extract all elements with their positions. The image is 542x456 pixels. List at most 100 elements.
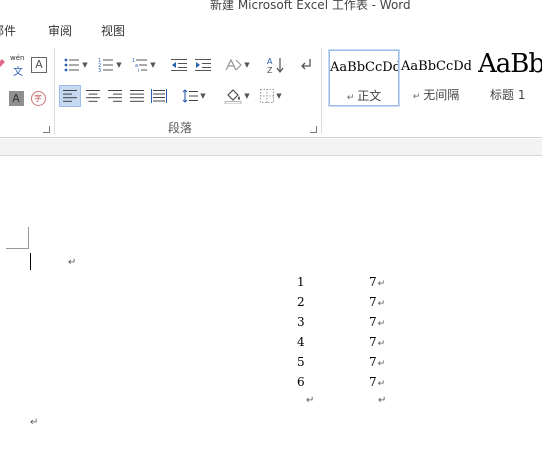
align-left-button[interactable] bbox=[59, 85, 81, 107]
table-cell[interactable]: 6 bbox=[297, 375, 305, 389]
tab-review[interactable]: 审阅 bbox=[48, 22, 72, 39]
style-sample: AaBbCcDd bbox=[401, 59, 471, 74]
styles-gallery: AaBbCcDd ↵ 正文 AaBbCcDd ↵ 无间隔 AaBb 标题 1 bbox=[326, 49, 542, 108]
paragraph-mark: ↵ bbox=[306, 395, 315, 406]
cell-value: 7 bbox=[369, 315, 377, 329]
table-cell[interactable]: 7↵ bbox=[369, 335, 385, 349]
style-heading-1[interactable]: AaBb 标题 1 bbox=[474, 50, 542, 106]
paragraph-group-label: 段落 bbox=[168, 121, 193, 135]
cell-value: 7 bbox=[369, 335, 377, 349]
table-cell[interactable]: 1 bbox=[297, 275, 305, 289]
numbering-button[interactable]: 1 2 3 ▼ bbox=[94, 54, 126, 76]
table-cell[interactable]: 7↵ bbox=[369, 355, 385, 369]
document-page[interactable]: ↵ 1 7↵ 2 7↵ 3 7↵ 4 7↵ 5 7↵ 6 7↵ ↵ ↵ ↵ bbox=[0, 157, 542, 456]
end-of-cell-mark: ↵ bbox=[377, 319, 386, 329]
phonetic-label: wén bbox=[10, 54, 25, 62]
end-of-cell-mark: ↵ bbox=[377, 339, 386, 349]
ribbon-tabs: 邮件 审阅 视图 bbox=[0, 20, 542, 40]
ribbon: wén 文 A A 字 ▼ 1 2 3 ▼ 1 a i ▼ ▼ A Z ▼ ▼ … bbox=[0, 42, 542, 138]
paragraph-mark: ↵ bbox=[378, 395, 387, 406]
align-right-icon bbox=[108, 90, 122, 102]
svg-text:A: A bbox=[267, 57, 273, 66]
paint-bucket-icon bbox=[224, 89, 242, 104]
group-separator bbox=[321, 48, 322, 134]
bullets-icon bbox=[64, 58, 80, 72]
distributed-icon bbox=[151, 89, 167, 103]
enclose-characters-button[interactable]: 字 bbox=[28, 88, 48, 108]
align-center-button[interactable] bbox=[82, 85, 104, 107]
style-no-spacing[interactable]: AaBbCcDd ↵ 无间隔 bbox=[401, 50, 471, 106]
style-sample: AaBbCcDd bbox=[330, 60, 398, 75]
table-cell[interactable]: 3 bbox=[297, 315, 305, 329]
svg-text:i: i bbox=[138, 68, 139, 73]
chevron-down-icon: ▼ bbox=[150, 61, 156, 69]
window-title: 新建 Microsoft Excel 工作表 - Word bbox=[210, 0, 411, 12]
sort-icon: A Z bbox=[267, 57, 284, 74]
borders-button[interactable]: ▼ bbox=[256, 85, 286, 107]
line-spacing-button[interactable]: ▼ bbox=[178, 85, 210, 107]
phonetic-char: 文 bbox=[13, 67, 23, 78]
style-name: ↵ 正文 bbox=[346, 89, 382, 103]
bullets-button[interactable]: ▼ bbox=[60, 54, 92, 76]
chinese-layout-icon bbox=[225, 58, 243, 71]
end-of-cell-mark: ↵ bbox=[377, 359, 386, 369]
table-cell[interactable]: 7↵ bbox=[369, 275, 385, 289]
end-of-cell-mark: ↵ bbox=[377, 379, 386, 389]
tab-view[interactable]: 视图 bbox=[101, 22, 125, 39]
multilevel-list-button[interactable]: 1 a i ▼ bbox=[128, 54, 160, 76]
svg-text:Z: Z bbox=[267, 66, 273, 74]
svg-text:3: 3 bbox=[98, 68, 101, 73]
enclose-characters-icon: 字 bbox=[30, 90, 46, 106]
paragraph-dialog-launcher-icon[interactable] bbox=[310, 126, 317, 133]
increase-indent-button[interactable] bbox=[192, 54, 214, 76]
group-separator bbox=[54, 48, 55, 134]
cell-value: 7 bbox=[369, 275, 377, 289]
style-name: ↵ 无间隔 bbox=[412, 88, 460, 102]
align-right-button[interactable] bbox=[104, 85, 126, 107]
chevron-down-icon: ▼ bbox=[82, 61, 88, 69]
text-cursor bbox=[30, 253, 31, 270]
decrease-indent-icon bbox=[171, 59, 187, 71]
margin-corner-mark bbox=[28, 227, 29, 249]
numbering-icon: 1 2 3 bbox=[98, 58, 114, 73]
character-shading-button[interactable]: A bbox=[6, 88, 26, 108]
table-cell[interactable]: 4 bbox=[297, 335, 305, 349]
cell-value: 7 bbox=[369, 375, 377, 389]
show-formatting-marks-button[interactable] bbox=[296, 54, 316, 76]
tab-mailings[interactable]: 邮件 bbox=[0, 22, 16, 39]
shading-button[interactable]: ▼ bbox=[222, 85, 252, 107]
chevron-down-icon: ▼ bbox=[276, 92, 282, 100]
table-cell[interactable]: 7↵ bbox=[369, 375, 385, 389]
chevron-down-icon: ▼ bbox=[244, 92, 250, 100]
table-cell[interactable]: 7↵ bbox=[369, 315, 385, 329]
paragraph-mark-icon bbox=[301, 59, 311, 70]
style-sample: AaBb bbox=[478, 50, 542, 79]
margin-corner-mark bbox=[6, 248, 28, 249]
title-bar: 新建 Microsoft Excel 工作表 - Word bbox=[0, 0, 542, 16]
chevron-down-icon: ▼ bbox=[116, 61, 122, 69]
end-of-cell-mark: ↵ bbox=[377, 299, 386, 309]
justify-button[interactable] bbox=[126, 85, 148, 107]
table-cell[interactable]: 5 bbox=[297, 355, 305, 369]
clear-format-icon[interactable] bbox=[0, 54, 6, 74]
distributed-button[interactable] bbox=[148, 85, 170, 107]
line-spacing-icon bbox=[182, 89, 199, 103]
paragraph-mark: ↵ bbox=[30, 417, 39, 428]
multilevel-list-icon: 1 a i bbox=[132, 58, 148, 73]
font-dialog-launcher-icon[interactable] bbox=[43, 126, 50, 133]
cell-value: 7 bbox=[369, 355, 377, 369]
style-normal[interactable]: AaBbCcDd ↵ 正文 bbox=[328, 49, 400, 107]
table-cell[interactable]: 7↵ bbox=[369, 295, 385, 309]
cell-value: 7 bbox=[369, 295, 377, 309]
justify-icon bbox=[130, 90, 144, 102]
borders-icon bbox=[260, 89, 275, 103]
sort-button[interactable]: A Z bbox=[264, 54, 288, 76]
decrease-indent-button[interactable] bbox=[168, 54, 190, 76]
align-left-icon bbox=[63, 90, 77, 102]
character-border-icon: A bbox=[31, 57, 47, 73]
chinese-layout-button[interactable]: ▼ bbox=[222, 54, 252, 76]
table-cell[interactable]: 2 bbox=[297, 295, 305, 309]
phonetic-guide-button[interactable]: wén 文 bbox=[8, 54, 30, 78]
ruler-strip bbox=[0, 139, 542, 156]
character-border-button[interactable]: A bbox=[30, 56, 48, 74]
